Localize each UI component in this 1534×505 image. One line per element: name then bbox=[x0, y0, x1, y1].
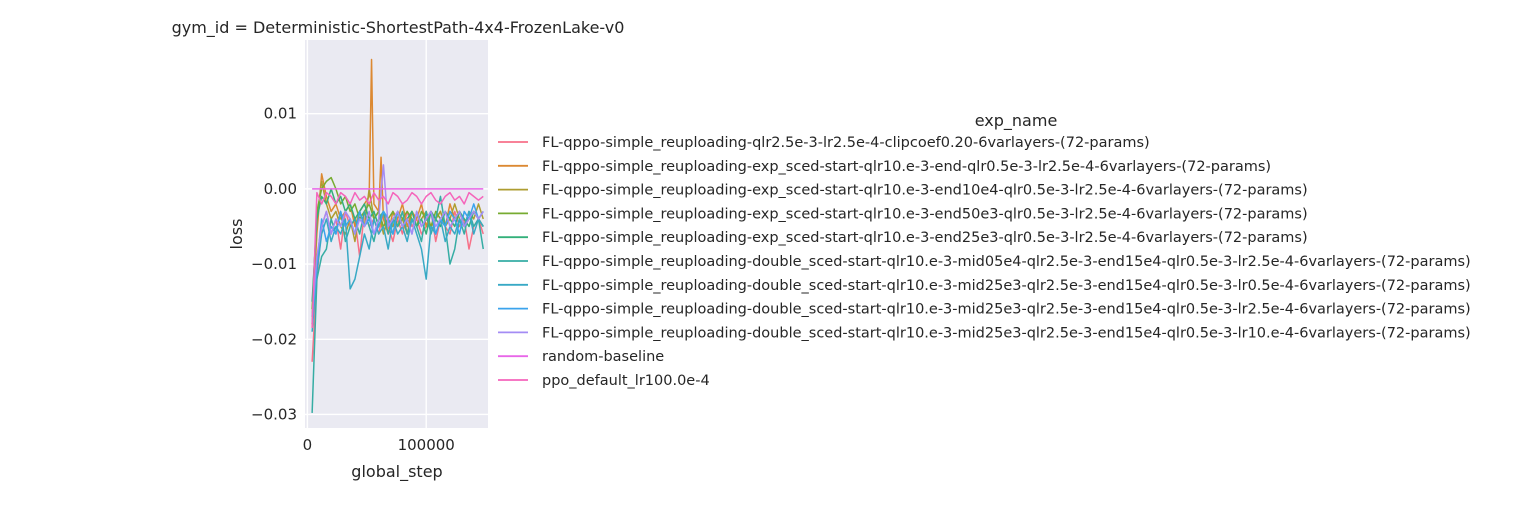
legend-entry-2: FL-qppo-simple_reuploading-exp_sced-star… bbox=[542, 159, 1271, 175]
plot-area bbox=[305, 40, 488, 428]
legend: exp_name FL-qppo-simple_reuploading-qlr2… bbox=[498, 111, 1471, 389]
legend-entry-9: FL-qppo-simple_reuploading-double_sced-s… bbox=[542, 325, 1471, 341]
legend-entry-11: ppo_default_lr100.0e-4 bbox=[542, 373, 710, 389]
x-tick-label: 0 bbox=[303, 436, 313, 454]
legend-entry-4: FL-qppo-simple_reuploading-exp_sced-star… bbox=[542, 206, 1308, 222]
legend-entry-10: random-baseline bbox=[542, 349, 664, 365]
y-tick-label: 0.00 bbox=[264, 180, 297, 198]
legend-entry-7: FL-qppo-simple_reuploading-double_sced-s… bbox=[542, 278, 1471, 294]
legend-entry-1: FL-qppo-simple_reuploading-qlr2.5e-3-lr2… bbox=[542, 135, 1150, 151]
legend-entry-5: FL-qppo-simple_reuploading-exp_sced-star… bbox=[542, 230, 1308, 246]
y-tick-label: 0.01 bbox=[264, 105, 297, 123]
legend-title: exp_name bbox=[975, 111, 1058, 131]
y-tick-label: −0.03 bbox=[251, 405, 297, 423]
chart-title: gym_id = Deterministic-ShortestPath-4x4-… bbox=[172, 18, 625, 38]
y-tick-label: −0.01 bbox=[251, 255, 297, 273]
legend-entry-3: FL-qppo-simple_reuploading-exp_sced-star… bbox=[542, 183, 1308, 199]
y-tick-label: −0.02 bbox=[251, 330, 297, 348]
chart-figure: gym_id = Deterministic-ShortestPath-4x4-… bbox=[0, 0, 1534, 500]
x-axis-label: global_step bbox=[351, 462, 442, 482]
legend-entry-8: FL-qppo-simple_reuploading-double_sced-s… bbox=[542, 302, 1471, 318]
x-tick-label: 100000 bbox=[398, 436, 455, 454]
y-axis-label: loss bbox=[227, 219, 246, 250]
legend-entry-6: FL-qppo-simple_reuploading-double_sced-s… bbox=[542, 254, 1471, 270]
chart-canvas: gym_id = Deterministic-ShortestPath-4x4-… bbox=[172, 18, 1471, 482]
